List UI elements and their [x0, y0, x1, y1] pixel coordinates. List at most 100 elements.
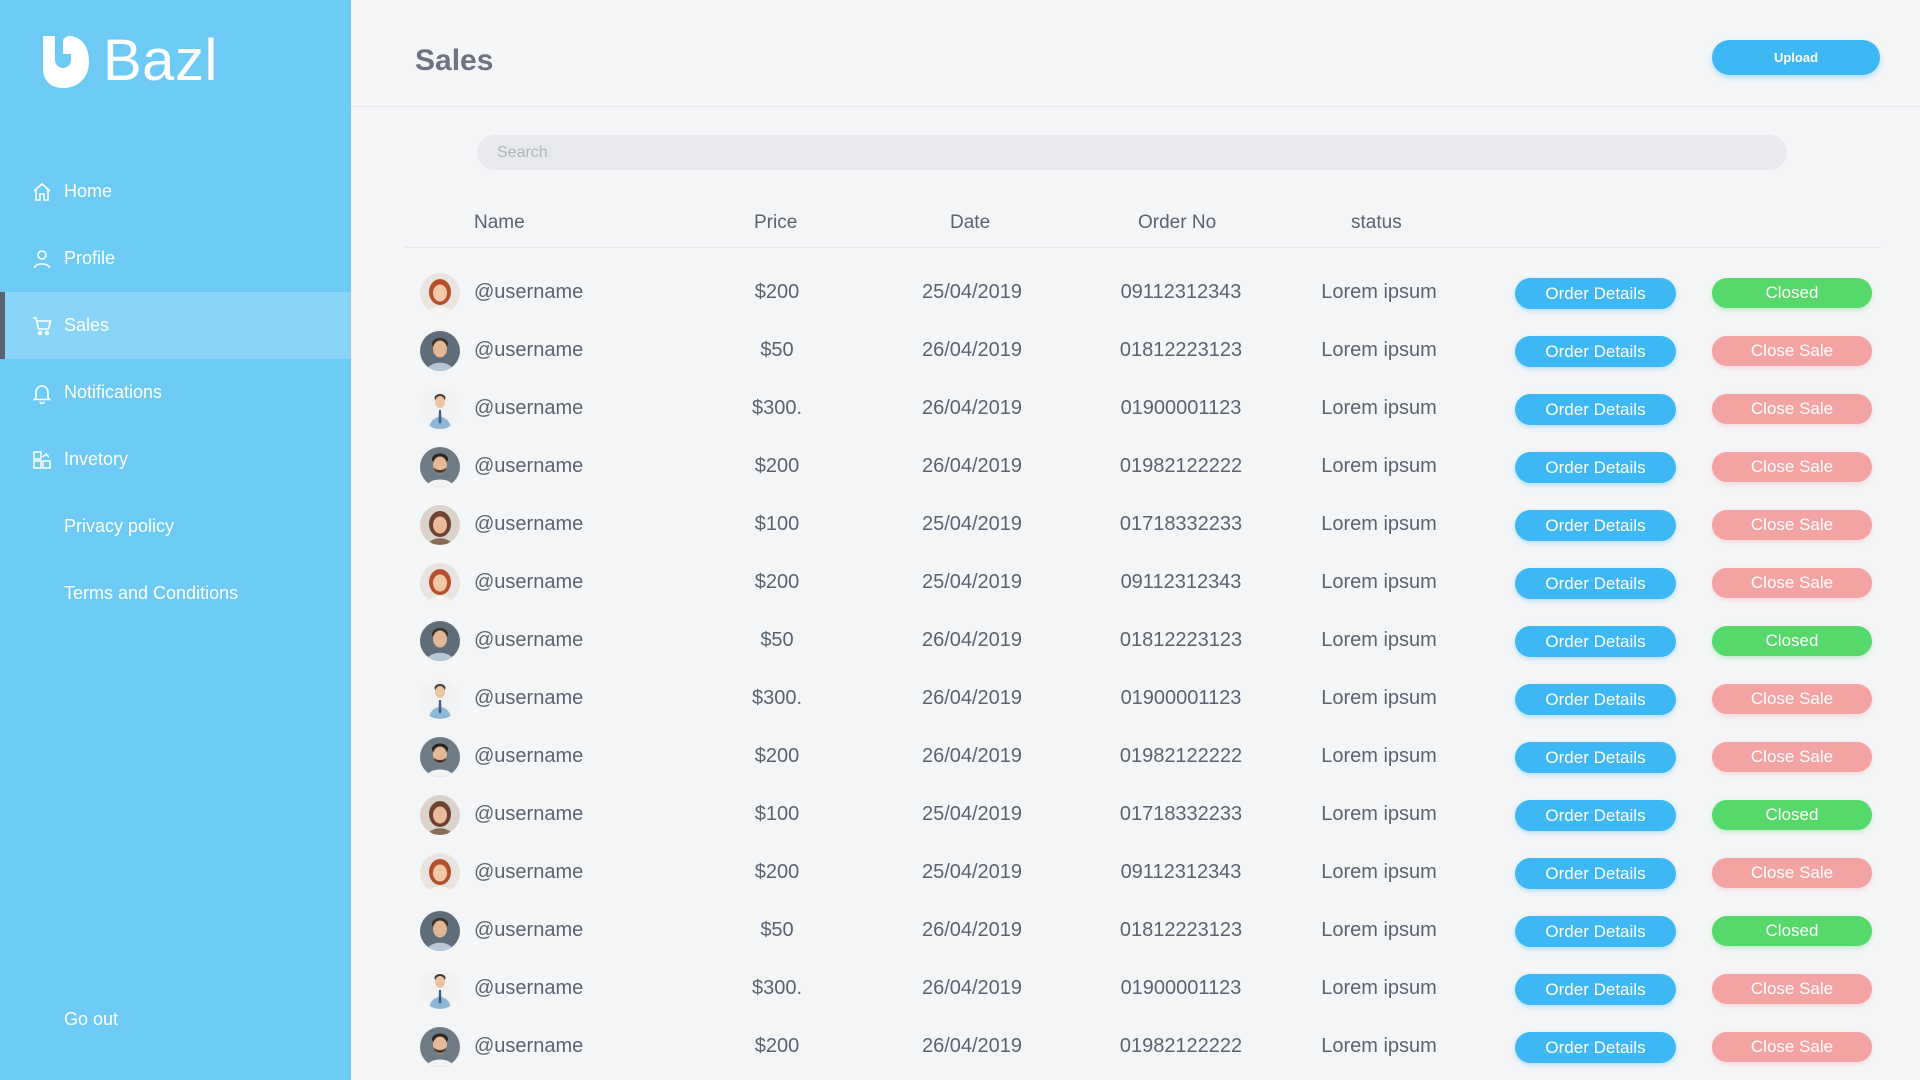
app-name: Bazl — [103, 28, 218, 93]
cell-price: $50 — [760, 629, 794, 651]
closed-button[interactable]: Closed — [1712, 278, 1872, 308]
table-row[interactable]: @username $200 25/04/2019 09112312343 Lorem … — [0, 844, 1920, 902]
bazl-logo-icon — [43, 35, 89, 88]
cell-status: Lorem ipsum — [1321, 861, 1437, 883]
table-row[interactable]: @username $300. 26/04/2019 01900001123 Lorem… — [0, 960, 1920, 1018]
avatar — [420, 331, 460, 371]
table-row[interactable]: @username $300. 26/04/2019 01900001123 Lorem… — [0, 670, 1920, 728]
cell-name: @username — [474, 629, 584, 651]
cell-order-no: 09112312343 — [1120, 281, 1242, 303]
cell-order-no: 01900001123 — [1120, 687, 1242, 709]
cell-date: 26/04/2019 — [921, 629, 1023, 651]
close-sale-button[interactable]: Close Sale — [1712, 684, 1872, 714]
table-row[interactable]: @username $200 26/04/2019 01982122222 Lorem … — [0, 438, 1920, 496]
cell-price: $100 — [754, 803, 800, 825]
cell-order-no: 01812223123 — [1119, 629, 1243, 651]
close-sale-button[interactable]: Close Sale — [1712, 394, 1872, 424]
logo[interactable]: Bazl — [37, 32, 218, 90]
avatar — [420, 1027, 460, 1067]
table-row[interactable]: @username $200 26/04/2019 01982122222 Lorem … — [0, 1018, 1920, 1076]
sidebar-item-label: Home — [64, 181, 113, 201]
avatar — [420, 447, 460, 487]
cell-order-no: 01718332233 — [1119, 513, 1243, 535]
cell-price: $200 — [754, 1035, 800, 1057]
column-header-date[interactable]: Date — [950, 212, 990, 234]
order-details-button[interactable]: Order Details — [1515, 278, 1676, 309]
cell-status: Lorem ipsum — [1321, 571, 1437, 593]
table-row[interactable]: @username $200 25/04/2019 09112312343 Lorem … — [0, 264, 1920, 322]
order-details-button[interactable]: Order Details — [1515, 626, 1676, 657]
close-sale-button[interactable]: Close Sale — [1712, 336, 1872, 366]
cell-status: Lorem ipsum — [1321, 397, 1437, 419]
order-details-button[interactable]: Order Details — [1515, 858, 1676, 889]
page-title: Sales — [415, 44, 494, 77]
cell-price: $200 — [754, 861, 800, 883]
close-sale-button[interactable]: Close Sale — [1712, 452, 1872, 482]
closed-button[interactable]: Closed — [1712, 800, 1872, 830]
cell-date: 26/04/2019 — [921, 919, 1023, 941]
cell-price: $50 — [760, 339, 794, 361]
page-header: Sales Upload — [351, 0, 1920, 107]
cell-name: @username — [474, 1035, 584, 1057]
cell-date: 25/04/2019 — [921, 803, 1023, 825]
order-details-button[interactable]: Order Details — [1515, 742, 1676, 773]
close-sale-button[interactable]: Close Sale — [1712, 742, 1872, 772]
cell-date: 26/04/2019 — [921, 687, 1023, 709]
order-details-button[interactable]: Order Details — [1515, 916, 1676, 947]
table-row[interactable]: @username $50 26/04/2019 01812223123 Lorem i… — [0, 902, 1920, 960]
cell-name: @username — [474, 919, 584, 941]
avatar — [420, 795, 460, 835]
order-details-button[interactable]: Order Details — [1515, 452, 1676, 483]
column-header-price[interactable]: Price — [754, 212, 797, 234]
avatar — [420, 389, 460, 429]
column-header-order-no[interactable]: Order No — [1138, 212, 1216, 234]
cell-order-no: 01718332233 — [1119, 803, 1243, 825]
order-details-button[interactable]: Order Details — [1515, 394, 1676, 425]
cell-date: 25/04/2019 — [921, 281, 1023, 303]
close-sale-button[interactable]: Close Sale — [1712, 974, 1872, 1004]
upload-button[interactable]: Upload — [1712, 40, 1880, 75]
order-details-button[interactable]: Order Details — [1515, 510, 1676, 541]
close-sale-button[interactable]: Close Sale — [1712, 568, 1872, 598]
order-details-button[interactable]: Order Details — [1515, 800, 1676, 831]
cell-status: Lorem ipsum — [1321, 339, 1437, 361]
cell-order-no: 01982122222 — [1119, 745, 1243, 767]
cell-status: Lorem ipsum — [1321, 455, 1437, 477]
cell-date: 26/04/2019 — [921, 977, 1023, 999]
close-sale-button[interactable]: Close Sale — [1712, 510, 1872, 540]
order-details-button[interactable]: Order Details — [1515, 568, 1676, 599]
home-icon — [33, 182, 51, 201]
table-row[interactable]: @username $200 26/04/2019 01982122222 Lorem … — [0, 728, 1920, 786]
cell-price: $200 — [754, 455, 800, 477]
closed-button[interactable]: Closed — [1712, 916, 1872, 946]
search-input[interactable] — [477, 135, 1787, 170]
order-details-button[interactable]: Order Details — [1515, 1032, 1676, 1063]
cell-name: @username — [474, 339, 584, 361]
table-row[interactable]: @username $100 25/04/2019 01718332233 Lorem … — [0, 786, 1920, 844]
column-header-name[interactable]: Name — [474, 212, 525, 234]
table-row[interactable]: @username $50 26/04/2019 01812223123 Lorem i… — [0, 322, 1920, 380]
cell-date: 26/04/2019 — [921, 745, 1023, 767]
table-row[interactable]: @username $300. 26/04/2019 01900001123 Lorem… — [0, 380, 1920, 438]
cell-order-no: 01900001123 — [1120, 397, 1242, 419]
order-details-button[interactable]: Order Details — [1515, 684, 1676, 715]
table-row[interactable]: @username $50 26/04/2019 01812223123 Lorem i… — [0, 612, 1920, 670]
cell-price: $300. — [751, 977, 803, 999]
cell-order-no: 09112312343 — [1120, 571, 1242, 593]
cell-order-no: 01982122222 — [1119, 455, 1243, 477]
closed-button[interactable]: Closed — [1712, 626, 1872, 656]
cell-status: Lorem ipsum — [1321, 687, 1437, 709]
cell-date: 26/04/2019 — [921, 1035, 1023, 1057]
table-row[interactable]: @username $200 25/04/2019 09112312343 Lorem … — [0, 554, 1920, 612]
avatar — [420, 911, 460, 951]
order-details-button[interactable]: Order Details — [1515, 336, 1676, 367]
order-details-button[interactable]: Order Details — [1515, 974, 1676, 1005]
cell-date: 25/04/2019 — [921, 861, 1023, 883]
close-sale-button[interactable]: Close Sale — [1712, 858, 1872, 888]
cell-name: @username — [474, 397, 584, 419]
table-row[interactable]: @username $100 25/04/2019 01718332233 Lorem … — [0, 496, 1920, 554]
column-header-status[interactable]: status — [1351, 212, 1402, 234]
close-sale-button[interactable]: Close Sale — [1712, 1032, 1872, 1062]
sidebar-item-home[interactable]: Home — [0, 158, 351, 225]
cell-name: @username — [474, 803, 584, 825]
